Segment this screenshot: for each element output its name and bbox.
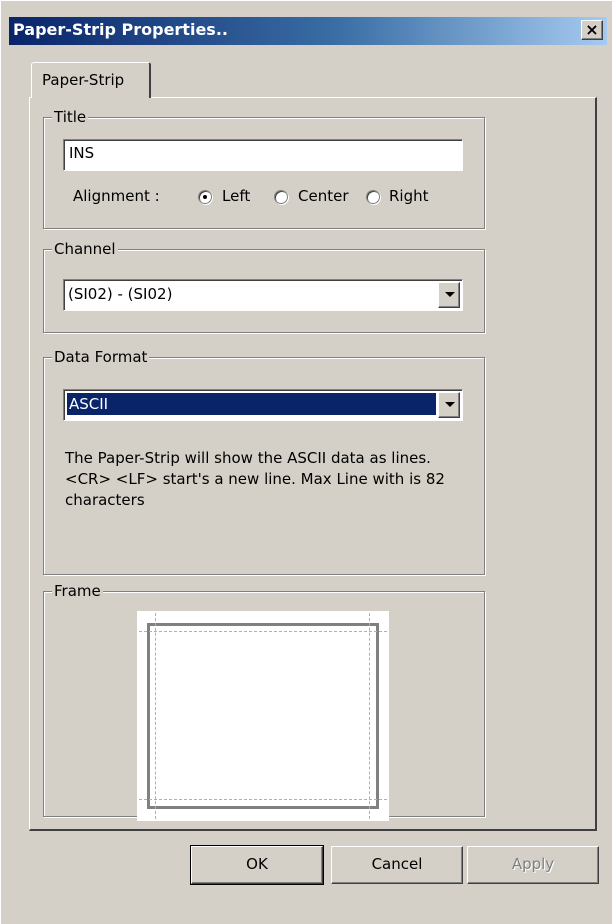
data-format-select[interactable]: ASCII (63, 389, 463, 421)
channel-select[interactable]: (SI02) - (SI02) (63, 279, 463, 311)
frame-border (147, 623, 379, 809)
radio-right-label[interactable]: Right (389, 187, 429, 205)
close-button[interactable]: × (581, 20, 603, 40)
radio-left[interactable] (198, 190, 212, 204)
frame-preview[interactable] (137, 611, 389, 821)
radio-right[interactable] (366, 190, 380, 204)
cancel-button[interactable]: Cancel (331, 846, 463, 884)
channel-select-value: (SI02) - (SI02) (68, 285, 173, 303)
title-input[interactable]: INS (63, 139, 463, 171)
ok-button[interactable]: OK (190, 845, 324, 885)
frame-guide-left (155, 613, 156, 819)
tab-label: Paper-Strip (42, 71, 125, 89)
data-format-select-value: ASCII (67, 393, 436, 415)
apply-button-label: Apply (511, 855, 555, 873)
title-group-legend: Title (52, 107, 89, 127)
title-bar[interactable]: Paper-Strip Properties.. × (9, 17, 607, 45)
channel-group-legend: Channel (52, 239, 118, 259)
cancel-button-label: Cancel (371, 855, 423, 873)
data-format-description: The Paper-Strip will show the ASCII data… (65, 449, 445, 509)
frame-guide-top (139, 631, 387, 632)
apply-button[interactable]: Apply (467, 846, 599, 884)
data-format-group-legend: Data Format (52, 347, 150, 367)
radio-left-label[interactable]: Left (222, 187, 250, 205)
frame-guide-right (369, 613, 370, 819)
dialog-window: Paper-Strip Properties.. × Paper-Strip T… (0, 0, 612, 924)
tab-paper-strip[interactable]: Paper-Strip (31, 62, 151, 98)
chevron-down-icon[interactable] (438, 392, 460, 418)
close-icon: × (585, 20, 599, 39)
frame-guide-bottom (139, 799, 387, 800)
title-group: Title (43, 107, 485, 229)
title-input-value: INS (69, 144, 95, 162)
radio-center-label[interactable]: Center (298, 187, 349, 205)
chevron-down-icon[interactable] (438, 282, 460, 308)
window-title: Paper-Strip Properties.. (13, 20, 228, 39)
ok-button-label: OK (246, 855, 268, 873)
radio-center[interactable] (274, 190, 288, 204)
alignment-label: Alignment : (73, 187, 160, 205)
frame-group-legend: Frame (52, 581, 103, 601)
